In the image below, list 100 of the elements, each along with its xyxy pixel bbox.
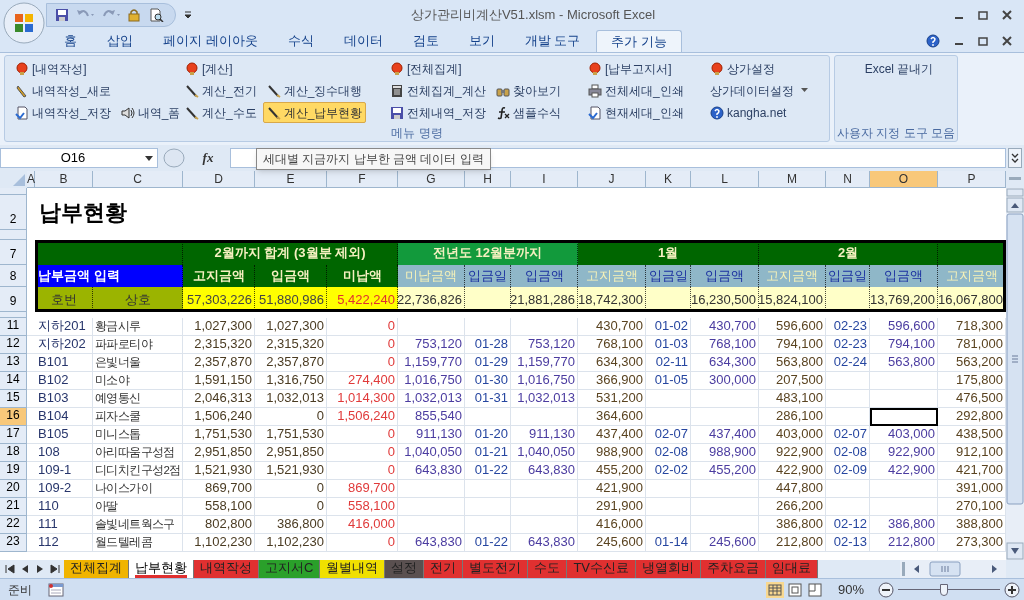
column-header[interactable]: P (938, 171, 1006, 188)
horizontal-scrollbar[interactable] (900, 560, 1006, 578)
table-cell[interactable]: 430,700 (578, 318, 646, 336)
table-cell[interactable]: 245,600 (578, 534, 646, 552)
ribbon-button[interactable]: [계산] (181, 58, 237, 79)
ribbon-button[interactable]: [납부고지서] (584, 58, 676, 79)
vertical-scrollbar[interactable] (1006, 188, 1024, 560)
close-icon[interactable] (1002, 36, 1012, 46)
table-cell[interactable]: 월드텔레콤 (93, 534, 183, 552)
column-header[interactable]: E (255, 171, 327, 188)
table-cell[interactable]: 403,000 (759, 426, 826, 444)
table-cell[interactable]: 2,046,313 (183, 390, 255, 408)
table-cell[interactable]: 855,540 (398, 408, 465, 426)
table-cell[interactable]: 나이스가이 (93, 480, 183, 498)
row-header[interactable]: 20 (0, 480, 27, 498)
expand-icon[interactable] (1008, 148, 1022, 168)
table-cell[interactable]: 02-12 (826, 516, 870, 534)
table-cell[interactable]: 0 (327, 336, 398, 354)
table-cell[interactable]: 366,900 (578, 372, 646, 390)
ribbon-button[interactable]: 상가데이터설정 (706, 80, 812, 101)
table-cell[interactable]: 02-08 (646, 444, 691, 462)
table-cell[interactable]: 1,751,530 (255, 426, 327, 444)
table-cell[interactable]: 531,200 (578, 390, 646, 408)
table-cell[interactable]: B102 (35, 372, 93, 390)
table-cell[interactable]: 386,800 (255, 516, 327, 534)
table-cell[interactable]: 01-03 (646, 336, 691, 354)
ribbon-button[interactable]: 전체내역_저장 (386, 102, 490, 123)
restore-icon[interactable] (978, 36, 988, 46)
table-cell[interactable]: 563,800 (759, 354, 826, 372)
table-cell[interactable]: 1,032,013 (511, 390, 578, 408)
table-cell[interactable]: 1,751,530 (183, 426, 255, 444)
table-cell[interactable]: 869,700 (327, 480, 398, 498)
table-cell[interactable]: 02-24 (826, 354, 870, 372)
sheet-tab[interactable]: 월별내역 (320, 560, 386, 578)
table-cell[interactable]: 1,040,050 (511, 444, 578, 462)
table-cell[interactable]: 988,900 (578, 444, 646, 462)
table-cell[interactable]: 2,951,850 (183, 444, 255, 462)
column-header[interactable]: N (826, 171, 870, 188)
page-break-view-icon[interactable] (805, 581, 824, 598)
table-cell[interactable]: 403,000 (870, 426, 938, 444)
table-cell[interactable]: 1,040,050 (398, 444, 465, 462)
ribbon-tab[interactable]: 홈 (50, 30, 91, 52)
table-cell[interactable]: 1,521,930 (255, 462, 327, 480)
column-header[interactable]: O (870, 171, 938, 188)
table-cell[interactable]: 109-2 (35, 480, 93, 498)
ribbon-button[interactable]: 내역작성_저장 (11, 102, 115, 123)
table-cell[interactable]: 212,800 (759, 534, 826, 552)
table-cell[interactable]: 0 (327, 318, 398, 336)
table-cell[interactable]: 1,316,750 (255, 372, 327, 390)
table-cell[interactable]: 1,032,013 (398, 390, 465, 408)
table-cell[interactable]: B105 (35, 426, 93, 444)
ribbon-button[interactable]: 내역작성_새로 (11, 80, 115, 101)
table-cell[interactable]: 416,000 (327, 516, 398, 534)
save-icon[interactable] (55, 8, 69, 22)
column-header[interactable]: L (691, 171, 759, 188)
table-cell[interactable]: 286,100 (759, 408, 826, 426)
table-cell[interactable]: 911,130 (398, 426, 465, 444)
table-cell[interactable]: 212,800 (870, 534, 938, 552)
table-cell[interactable]: B104 (35, 408, 93, 426)
table-cell[interactable]: 802,800 (183, 516, 255, 534)
table-cell[interactable]: 1,016,750 (398, 372, 465, 390)
macro-record-icon[interactable] (48, 582, 64, 597)
table-cell[interactable]: 563,800 (870, 354, 938, 372)
row-header[interactable]: 15 (0, 390, 27, 408)
table-cell[interactable]: 869,700 (183, 480, 255, 498)
row-header[interactable]: 22 (0, 516, 27, 534)
table-cell[interactable]: 245,600 (691, 534, 759, 552)
table-cell[interactable]: 634,300 (578, 354, 646, 372)
ribbon-button[interactable]: 현재세대_인쇄 (584, 102, 688, 123)
row-header[interactable]: 21 (0, 498, 27, 516)
table-cell[interactable]: 1,016,750 (511, 372, 578, 390)
table-cell[interactable]: 지하201 (35, 318, 93, 336)
table-cell[interactable]: 768,100 (691, 336, 759, 354)
ribbon-button[interactable]: 전체집계_계산 (386, 80, 490, 101)
table-cell[interactable]: 0 (255, 480, 327, 498)
table-cell[interactable]: 416,000 (578, 516, 646, 534)
table-cell[interactable]: 421,900 (578, 480, 646, 498)
ribbon-tab[interactable]: 수식 (273, 30, 328, 52)
zoom-out-icon[interactable] (878, 581, 894, 598)
table-cell[interactable]: 2,951,850 (255, 444, 327, 462)
table-cell[interactable]: 2,315,320 (183, 336, 255, 354)
lock-icon[interactable] (127, 8, 143, 22)
table-cell[interactable]: B101 (35, 354, 93, 372)
table-cell[interactable]: 0 (327, 462, 398, 480)
table-cell[interactable]: 291,900 (578, 498, 646, 516)
sheet-tab[interactable]: 고지서C (259, 560, 321, 578)
table-cell[interactable]: 0 (327, 534, 398, 552)
table-cell[interactable]: 422,900 (759, 462, 826, 480)
row-header[interactable]: 14 (0, 372, 27, 390)
sheet-tab[interactable]: 납부현황 (129, 560, 194, 578)
table-cell[interactable]: 794,100 (870, 336, 938, 354)
sheet-tab[interactable]: 전체집계 (64, 560, 129, 578)
table-cell[interactable]: 111 (35, 516, 93, 534)
table-cell[interactable]: 108 (35, 444, 93, 462)
ribbon-button[interactable]: 샘플수식 (491, 102, 565, 123)
zoom-in-icon[interactable] (1004, 581, 1020, 598)
table-cell[interactable]: 768,100 (578, 336, 646, 354)
table-cell[interactable]: 1,591,150 (183, 372, 255, 390)
table-cell[interactable]: 미소야 (93, 372, 183, 390)
table-cell[interactable]: 596,600 (759, 318, 826, 336)
